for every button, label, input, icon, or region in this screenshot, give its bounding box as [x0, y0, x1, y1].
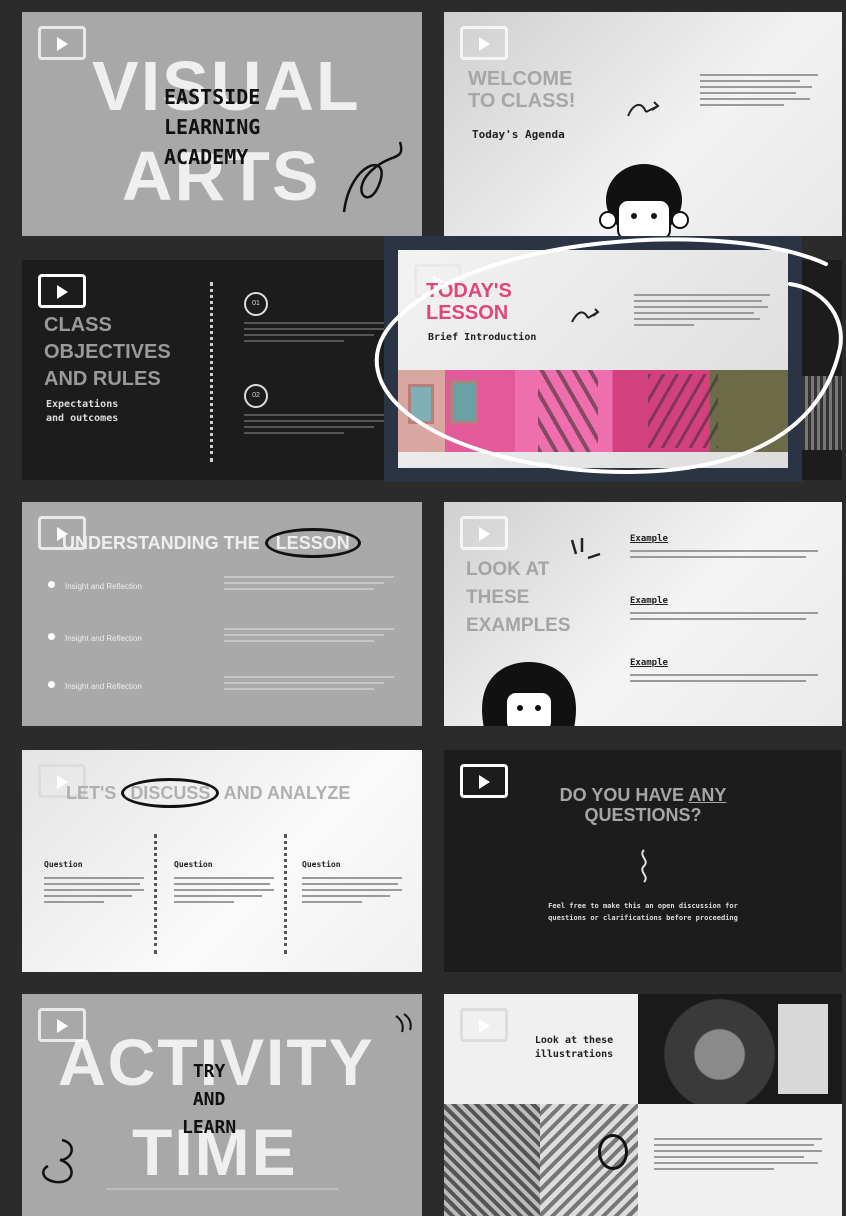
discussion-column: Question	[302, 860, 412, 907]
bullet-item: Insight and Reflection	[48, 576, 418, 612]
character-face-icon	[599, 164, 689, 236]
arrow-doodle-icon	[627, 101, 660, 117]
activity-overlay-text: TRY AND LEARN	[182, 1061, 237, 1138]
slide-examples[interactable]: LOOK AT THESE EXAMPLES Example Example E…	[444, 502, 842, 726]
slide-title: UNDERSTANDING THE LESSON	[62, 528, 361, 558]
slide-title: Look at these illustrations	[534, 1035, 614, 1060]
slide-visual-arts[interactable]: VISUAL ARTS EASTSIDE LEARNING ACADEMY	[22, 12, 422, 236]
school-name: EASTSIDE LEARNING ACADEMY	[164, 85, 261, 169]
bullet-item: Insight and Reflection	[48, 628, 418, 664]
activity-caption	[106, 1188, 338, 1194]
slide-title: WELCOME TO CLASS!	[468, 68, 576, 112]
character-face-icon	[482, 662, 576, 726]
squiggle-doodle-icon	[641, 849, 647, 883]
welcome-body-text	[700, 74, 820, 110]
slide-subtitle: Today's Agenda	[472, 128, 565, 141]
discussion-column: Question	[44, 860, 154, 907]
slide-title: DO YOU HAVE ANY QUESTIONS?	[559, 785, 727, 825]
discussion-column: Question	[174, 860, 284, 907]
slide-subtitle: Expectations and outcomes	[46, 399, 119, 424]
slide-body-text: Feel free to make this an open discussio…	[548, 902, 738, 922]
squiggle-doodle-icon	[42, 1138, 73, 1184]
slide-title: CLASS OBJECTIVES AND RULES	[44, 314, 171, 390]
slide-discuss[interactable]: LET'S DISCUSS AND ANALYZE Question Quest…	[22, 750, 422, 972]
play-button-icon[interactable]	[38, 274, 86, 308]
slide-activity[interactable]: ACTIVITY TIME TRY AND LEARN	[22, 994, 422, 1216]
play-button-icon[interactable]	[460, 1008, 508, 1042]
slide-title: LET'S DISCUSS AND ANALYZE	[66, 778, 350, 808]
bullet-item: Insight and Reflection	[48, 676, 418, 712]
sparkle-doodle-icon	[395, 1013, 412, 1033]
objective-badge: 02	[244, 384, 268, 408]
hand-drawn-highlight-circle	[374, 237, 843, 474]
slide-understanding[interactable]: UNDERSTANDING THE LESSON Insight and Ref…	[22, 502, 422, 726]
example-list: Example Example Example	[630, 534, 826, 720]
timeline-divider	[284, 834, 287, 954]
play-button-icon[interactable]	[460, 26, 508, 60]
timeline-divider	[210, 282, 213, 462]
illustration-photo	[444, 1104, 540, 1216]
play-button-icon[interactable]	[460, 516, 508, 550]
illustration-photo	[540, 1104, 638, 1216]
slide-questions[interactable]: DO YOU HAVE ANY QUESTIONS? Feel free to …	[444, 750, 842, 972]
slide-illustrations[interactable]: Look at these illustrations	[444, 994, 842, 1216]
timeline-divider	[154, 834, 157, 954]
sparkle-doodle-icon	[570, 538, 601, 560]
squiggle-doodle-icon	[342, 141, 403, 213]
objective-badge: 01	[244, 292, 268, 316]
illustration-photo	[638, 994, 842, 1104]
slide-title: LOOK AT THESE EXAMPLES	[466, 559, 571, 636]
play-button-icon[interactable]	[38, 26, 86, 60]
slide-welcome[interactable]: WELCOME TO CLASS! Today's Agenda	[444, 12, 842, 236]
illustration-description	[654, 1138, 824, 1174]
